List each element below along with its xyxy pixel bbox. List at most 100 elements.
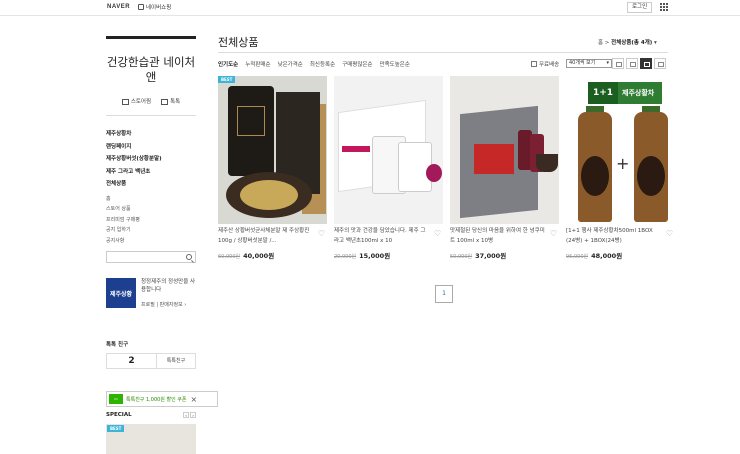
special-arrows: ‹ › (183, 412, 196, 418)
seller-profile: 제주상황 청정제주의 정성만을 사용합니다 프로필 | 판매자정보 › (106, 278, 196, 308)
profile-image[interactable]: 제주상황 (106, 278, 136, 308)
sidebar-rule (106, 36, 196, 39)
coupon-icon: ▭ (109, 394, 123, 404)
free-shipping-filter[interactable]: 무료배송 (531, 60, 559, 68)
sale-price: 15,000원 (359, 252, 391, 260)
view-grid-small-button[interactable] (626, 58, 638, 69)
product-price: 96,000원 48,000원 (566, 250, 675, 260)
product-name[interactable]: 제주의 맛과 건강을 담았습니다. 제주 그라고 백년초100ml x 10 (334, 227, 430, 247)
breadcrumb: 홈 > 전체상품(총 4개) ▾ (598, 40, 657, 46)
header-divider (218, 52, 668, 53)
chat-icon (161, 98, 169, 105)
view-count-select[interactable]: 40개씩 보기 (566, 59, 612, 68)
sort-option[interactable]: 구매평많은순 (342, 60, 372, 68)
sub-link[interactable]: 공지 입하기 (106, 225, 196, 236)
view-grid-button[interactable] (640, 58, 652, 69)
product-image[interactable] (334, 76, 443, 224)
special-title: SPECIAL (106, 412, 132, 418)
sub-link[interactable]: 스토어 상품 (106, 204, 196, 215)
sort-option[interactable]: 누적판매순 (245, 60, 270, 68)
search-icon[interactable] (186, 254, 192, 260)
sidebar-divider (106, 115, 196, 116)
breadcrumb-current[interactable]: 전체상품(총 4개) (611, 40, 652, 46)
sort-options: 인기도순 누적판매순 낮은가격순 최신등록순 구매평많은순 만족도높은순 (218, 60, 410, 68)
best-badge: BEST (218, 76, 236, 83)
naver-logo[interactable]: NAVER (107, 4, 130, 10)
original-price: 60,000원 (218, 254, 241, 260)
original-price: 96,000원 (566, 254, 589, 260)
product-card[interactable]: BEST 제주산 상황버섯균사체분말 제 주상황진 100g / 상황버섯분말 … (218, 76, 327, 260)
product-card[interactable]: 제주의 맛과 건강을 담았습니다. 제주 그라고 백년초100ml x 10 ♡… (334, 76, 443, 260)
sub-link[interactable]: 프리미엄 구매평 (106, 215, 196, 226)
page-number-button[interactable]: 1 (435, 285, 453, 303)
sidebar-search-input[interactable] (106, 251, 196, 263)
product-image[interactable] (450, 76, 559, 224)
naver-shopping-link[interactable]: 네이버쇼핑 (138, 3, 171, 11)
product-image[interactable]: BEST (218, 76, 327, 224)
profile-text: 청정제주의 정성만을 사용합니다 (141, 279, 196, 293)
sidebar-actions: 스토어찜 톡톡 (106, 97, 196, 105)
page-title: 전체상품 (218, 36, 259, 49)
category-list: 제주상황차 랜딩페이지 제주상황버섯(상황분말) 제주 그라고 백년초 전체상품 (106, 128, 196, 191)
category-item[interactable]: 전체상품 (106, 178, 196, 191)
prev-arrow-icon[interactable]: ‹ (183, 412, 189, 418)
view-list-button[interactable] (612, 58, 624, 69)
talk-label: 톡톡 (170, 99, 181, 105)
heart-icon[interactable]: ♡ (666, 229, 673, 238)
category-item[interactable]: 제주상황차 (106, 128, 196, 141)
coupon-banner[interactable]: ▭ 톡톡친구 1,000원 할인 쿠폰 × (106, 391, 218, 407)
talk-friend-button[interactable]: 톡톡친구 (157, 354, 195, 368)
promo-banner-text: 제주상황차 (622, 89, 655, 97)
heart-icon[interactable]: ♡ (550, 229, 557, 238)
sub-link-list: 홈 스토어 상품 프리미엄 구매평 공지 입하기 공지사항 (106, 194, 196, 247)
sale-price: 40,000원 (243, 252, 275, 260)
heart-icon[interactable]: ♡ (434, 229, 441, 238)
view-gallery-button[interactable] (654, 58, 666, 69)
product-card[interactable]: 맛제철된 당신의 마음을 위하여 한 넝쿠미트 100ml x 10병 ♡ 50… (450, 76, 559, 260)
product-price: 60,000원 40,000원 (218, 250, 327, 260)
breadcrumb-home[interactable]: 홈 (598, 40, 603, 46)
login-button[interactable]: 로그인 (627, 2, 653, 13)
shop-title[interactable]: 건강한습관 네이처앤 (106, 55, 196, 85)
product-price: 50,000원 37,000원 (450, 250, 559, 260)
app-grid-icon[interactable] (660, 3, 668, 11)
talk-button[interactable]: 톡톡 (161, 97, 180, 105)
naver-shopping-label: 네이버쇼핑 (146, 5, 172, 11)
product-price: 20,000원 15,000원 (334, 250, 443, 260)
store-favorite-button[interactable]: 스토어찜 (121, 97, 152, 105)
product-card[interactable]: 제주상황차 1+1 + [1+1 행사 제주상황차500ml 1BOX (24병… (566, 76, 675, 260)
view-mode-buttons (612, 58, 666, 69)
sub-link[interactable]: 공지사항 (106, 236, 196, 247)
close-icon[interactable]: × (190, 395, 197, 404)
promo-badge: 1+1 (588, 82, 618, 104)
product-name[interactable]: [1+1 행사 제주상황차500ml 1BOX (24병) + 1BOX(24병… (566, 227, 662, 247)
sale-price: 37,000원 (475, 252, 507, 260)
sale-price: 48,000원 (591, 252, 623, 260)
product-grid: BEST 제주산 상황버섯균사체분말 제 주상황진 100g / 상황버섯분말 … (218, 76, 675, 260)
heart-icon[interactable]: ♡ (318, 229, 325, 238)
free-shipping-checkbox[interactable] (531, 61, 537, 67)
next-arrow-icon[interactable]: › (190, 412, 196, 418)
sort-option[interactable]: 최신등록순 (310, 60, 335, 68)
category-item[interactable]: 제주 그라고 백년초 (106, 166, 196, 179)
product-image[interactable]: 제주상황차 1+1 + (566, 76, 675, 224)
best-badge: BEST (107, 425, 125, 432)
talk-friends-title: 톡톡 친구 (106, 342, 129, 348)
product-name[interactable]: 맛제철된 당신의 마음을 위하여 한 넝쿠미트 100ml x 10병 (450, 227, 546, 247)
free-shipping-label: 무료배송 (539, 62, 560, 68)
sort-option[interactable]: 낮은가격순 (278, 60, 303, 68)
top-bar: NAVER 네이버쇼핑 로그인 (0, 0, 740, 16)
product-name[interactable]: 제주산 상황버섯균사체분말 제 주상황진 100g / 상황버섯분말 /... (218, 227, 314, 247)
sort-option[interactable]: 만족도높은순 (380, 60, 410, 68)
store-icon (121, 98, 129, 105)
category-item[interactable]: 제주상황버섯(상황분말) (106, 153, 196, 166)
sidebar: 건강한습관 네이처앤 스토어찜 톡톡 제주상황차 랜딩페이지 제주상황버섯(상황… (106, 36, 196, 369)
profile-links[interactable]: 프로필 | 판매자정보 › (141, 301, 196, 308)
shopping-bag-icon (138, 4, 144, 10)
sort-option[interactable]: 인기도순 (218, 60, 238, 68)
category-item[interactable]: 랜딩페이지 (106, 141, 196, 154)
sub-link[interactable]: 홈 (106, 194, 196, 205)
store-favorite-label: 스토어찜 (130, 99, 152, 105)
coupon-text: 톡톡친구 1,000원 할인 쿠폰 (126, 396, 187, 403)
special-product-image[interactable]: BEST (106, 424, 196, 454)
